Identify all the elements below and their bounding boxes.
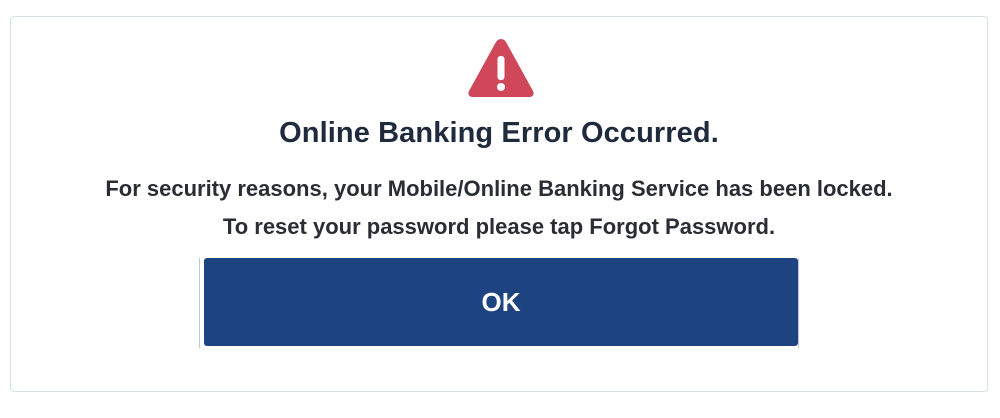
dialog-title: Online Banking Error Occurred.: [279, 117, 719, 149]
ok-button-container: OK: [199, 258, 799, 348]
ok-button[interactable]: OK: [204, 258, 798, 346]
error-dialog: Online Banking Error Occurred. For secur…: [10, 16, 988, 392]
warning-triangle-icon: [468, 39, 534, 97]
dialog-message-line-2: To reset your password please tap Forgot…: [222, 214, 776, 239]
dialog-message-line-1: For security reasons, your Mobile/Online…: [105, 176, 893, 201]
